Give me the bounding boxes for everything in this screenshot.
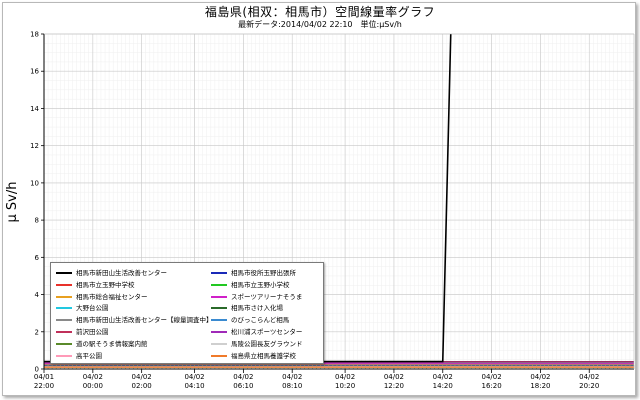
legend-swatch [211, 295, 227, 298]
legend-swatch [56, 342, 72, 345]
x-tick-label: 04/01 [34, 373, 54, 381]
legend-label: 相馬市総合福祉センター [76, 292, 148, 301]
y-tick-label: 18 [30, 31, 39, 39]
x-tick-label: 04/02 [579, 373, 599, 381]
legend-swatch [56, 272, 72, 274]
y-tick-label: 12 [30, 142, 39, 150]
legend-label: 相馬市さけ入化場 [231, 304, 283, 313]
y-tick-label: 8 [35, 217, 39, 225]
legend-label: 前沢田公園 [76, 327, 109, 336]
y-tick-label: 16 [30, 68, 39, 76]
legend-swatch [211, 330, 227, 333]
legend-label: 大野台公園 [76, 304, 109, 313]
x-tick-label: 00:00 [83, 382, 103, 390]
x-tick-label: 16:20 [481, 382, 501, 390]
x-tick-label: 10:20 [335, 382, 355, 390]
x-tick-label: 18:20 [530, 382, 550, 390]
legend-swatch [211, 307, 227, 310]
legend-swatch [211, 319, 227, 322]
x-tick-label: 02:00 [132, 382, 152, 390]
legend-label: のびっこらんど相馬 [231, 316, 290, 325]
x-tick-label: 04/02 [184, 373, 204, 381]
y-tick-label: 6 [35, 254, 40, 262]
legend-label: 道の駅そうま情報案内館 [76, 339, 148, 348]
x-tick-label: 04:10 [184, 382, 204, 390]
legend-label: 相馬市新田山生活改善センター [76, 269, 167, 277]
legend-swatch [56, 330, 72, 333]
legend-swatch [56, 295, 72, 298]
x-tick-label: 04/02 [433, 373, 453, 381]
legend-label: 高平公園 [76, 351, 102, 360]
legend-label: 相馬市立玉野中学校 [76, 280, 135, 289]
legend-swatch [211, 272, 227, 274]
x-tick-label: 20:20 [579, 382, 599, 390]
chart-legend: 相馬市新田山生活改善センター 相馬市立玉野中学校 相馬市総合福祉センター 大野台公園相… [50, 262, 324, 364]
legend-swatch [56, 283, 72, 286]
y-axis-label: μ Sv/h [5, 182, 20, 223]
legend-label: 相馬市新田山生活改善センター【線量調査中】 [76, 316, 213, 325]
legend-swatch [56, 319, 72, 322]
x-tick-label: 12:20 [384, 382, 404, 390]
legend-swatch [211, 342, 227, 345]
x-tick-label: 04/02 [335, 373, 355, 381]
legend-swatch [56, 354, 72, 357]
y-tick-label: 10 [30, 179, 39, 187]
legend-label: スポーツアリーナそうま [231, 292, 303, 301]
legend-label: 相馬市立玉野小学校 [231, 280, 290, 289]
legend-label: 相馬市役所玉野出張所 [231, 269, 296, 277]
legend-label: 馬陵公園長友グラウンド [231, 339, 303, 348]
x-tick-label: 04/02 [481, 373, 501, 381]
legend-label: 松川浦スポーツセンター [231, 327, 303, 336]
y-tick-label: 14 [30, 105, 39, 113]
x-tick-label: 04/02 [282, 373, 302, 381]
x-tick-label: 08:10 [282, 382, 302, 390]
x-tick-label: 04/02 [530, 373, 550, 381]
legend-swatch [211, 354, 227, 357]
y-tick-label: 4 [35, 291, 40, 299]
x-tick-label: 14:20 [433, 382, 453, 390]
x-tick-label: 04/02 [233, 373, 253, 381]
legend-label: 福島県立相馬養護学校 [231, 351, 296, 360]
legend-swatch [56, 307, 72, 310]
x-tick-label: 04/02 [83, 373, 103, 381]
x-tick-label: 22:00 [34, 382, 54, 390]
legend-swatch [211, 283, 227, 286]
x-tick-label: 04/02 [132, 373, 152, 381]
x-tick-label: 06:10 [233, 382, 253, 390]
y-tick-label: 2 [35, 328, 39, 336]
x-tick-label: 04/02 [384, 373, 404, 381]
